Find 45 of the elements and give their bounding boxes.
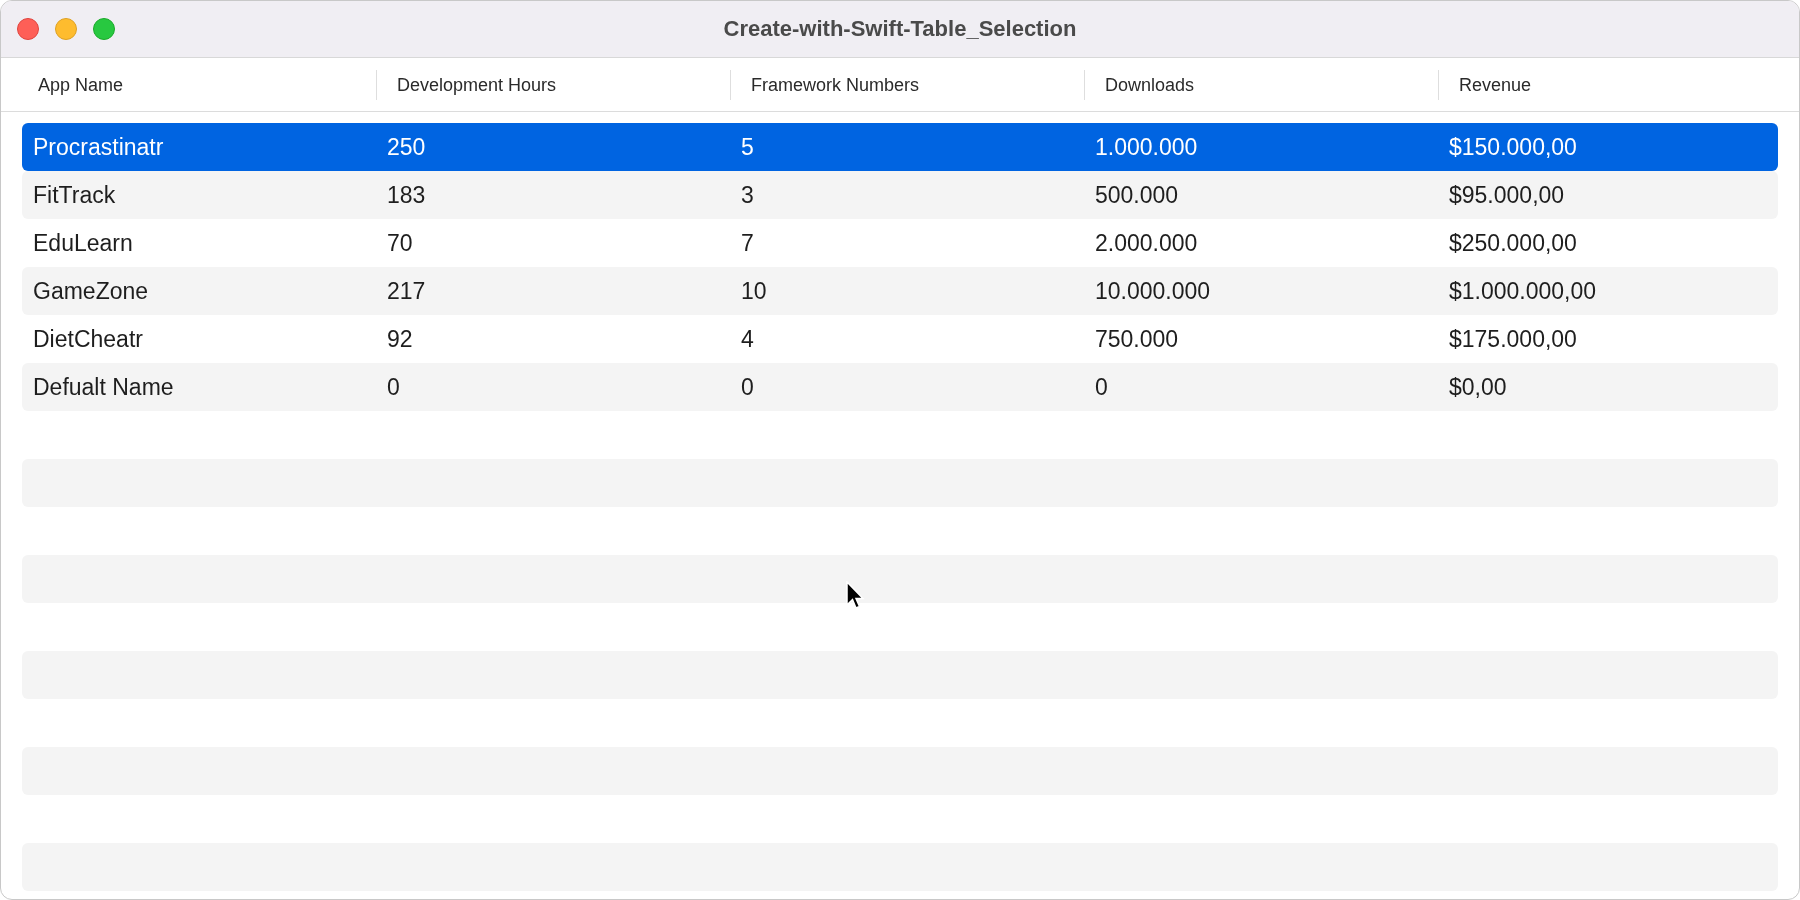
column-header[interactable]: Framework Numbers — [730, 69, 1084, 100]
table-cell-text: GameZone — [33, 277, 150, 305]
table-cell-text: 217 — [387, 277, 427, 305]
table-cell-text: 1.000.000 — [1095, 133, 1199, 161]
table-cell-text: $1.000.000,00 — [1449, 277, 1598, 305]
table-cell-text: $95.000,00 — [1449, 181, 1566, 209]
table-cell-text: 10 — [741, 277, 768, 305]
table-row[interactable]: EduLearn 70 7 2.000.000 $250.000,00 — [22, 219, 1778, 267]
table-cell-text: 500.000 — [1095, 181, 1180, 209]
column-header[interactable]: Downloads — [1084, 69, 1438, 100]
column-header[interactable]: Revenue — [1438, 69, 1792, 100]
table-cell-text: 92 — [387, 325, 414, 353]
table-cell-text: $0,00 — [1449, 373, 1508, 401]
close-button[interactable] — [17, 18, 39, 40]
table-cell-text: 0 — [387, 373, 401, 401]
window-title: Create-with-Swift-Table_Selection — [723, 16, 1077, 42]
column-header[interactable]: App Name — [22, 69, 376, 100]
table-cell-text: 5 — [741, 133, 755, 161]
selected-table-row[interactable]: Procrastinatr 250 5 1.000.000 $150.000,00 — [22, 123, 1778, 171]
table-row[interactable]: DietCheatr 92 4 750.000 $175.000,00 — [22, 315, 1778, 363]
table-cell-text: Procrastinatr — [33, 133, 165, 161]
table-cell-text: EduLearn — [33, 229, 134, 257]
table-cell-text: FitTrack — [33, 181, 117, 209]
table-row[interactable]: GameZone 217 10 10.000.000 $1.000.000,00 — [22, 267, 1778, 315]
zoom-button[interactable] — [93, 18, 115, 40]
table-cell-text: 10.000.000 — [1095, 277, 1212, 305]
column-header[interactable]: Development Hours — [376, 69, 730, 100]
table-cell-text: $175.000,00 — [1449, 325, 1578, 353]
table-row[interactable]: FitTrack 183 3 500.000 $95.000,00 — [22, 171, 1778, 219]
table-cell-text: 250 — [387, 133, 427, 161]
table-cell-text: $150.000,00 — [1449, 133, 1578, 161]
table-cell-text: 7 — [741, 229, 755, 257]
table-cell-text: 4 — [741, 325, 755, 353]
table-cell-text: 3 — [741, 181, 755, 209]
table-cell-text: 0 — [741, 373, 755, 401]
table-cell-text: 0 — [1095, 373, 1109, 401]
table-row[interactable]: Defualt Name 0 0 0 $0,00 — [22, 363, 1778, 411]
table-cell-text: $250.000,00 — [1449, 229, 1578, 257]
minimize-button[interactable] — [55, 18, 77, 40]
table-cell-text: 2.000.000 — [1095, 229, 1199, 257]
table-cell-text: Defualt Name — [33, 373, 175, 401]
table-cell-text: 183 — [387, 181, 427, 209]
table-cell-text: 70 — [387, 229, 414, 257]
table-cell-text: DietCheatr — [33, 325, 144, 353]
table-cell-text: 750.000 — [1095, 325, 1180, 353]
